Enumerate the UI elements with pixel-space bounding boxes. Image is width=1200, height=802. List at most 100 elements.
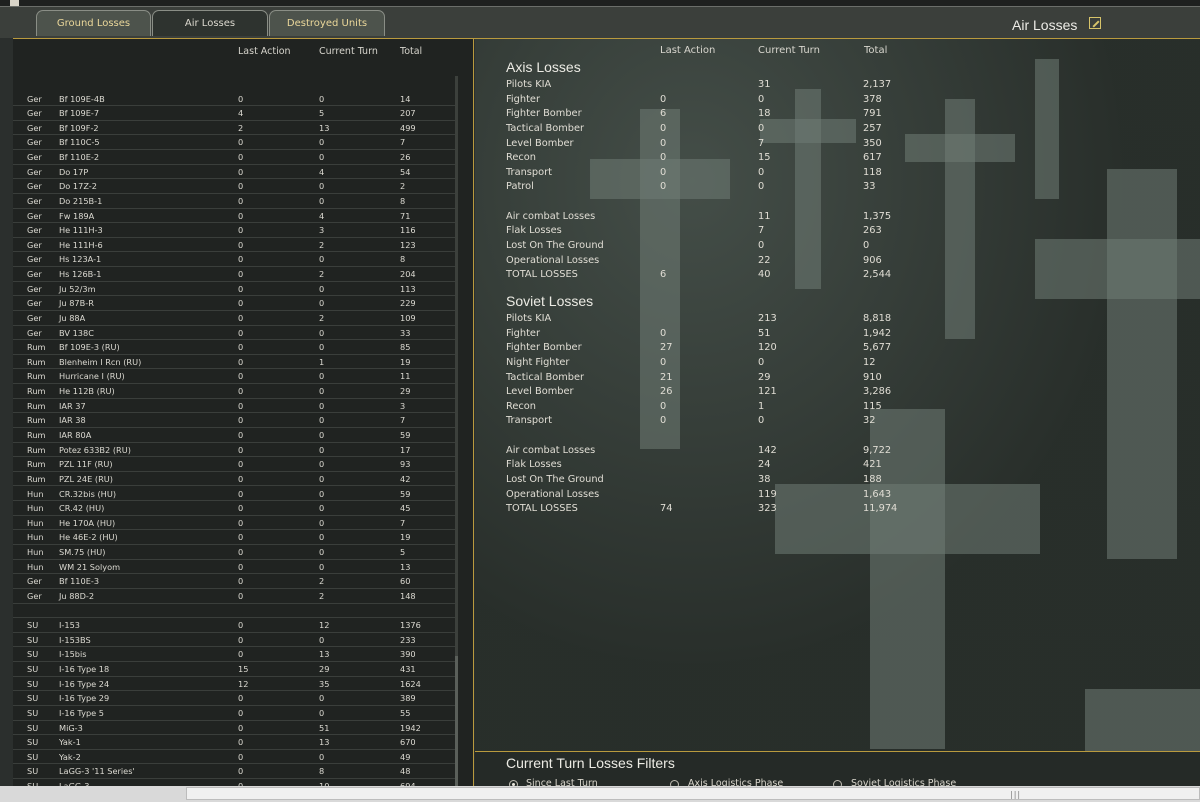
table-row[interactable]: Ger Ju 87B-R 0 0 229 bbox=[13, 296, 455, 311]
table-row[interactable]: Rum He 112B (RU) 0 0 29 bbox=[13, 384, 455, 399]
summary-row: Transport 0 0 118 bbox=[506, 167, 1146, 181]
table-row[interactable]: Ger Do 17Z-2 0 0 2 bbox=[13, 179, 455, 194]
row-current-turn: 0 bbox=[319, 751, 325, 762]
row-aircraft: He 170A (HU) bbox=[59, 517, 116, 528]
tab-ground-losses[interactable]: Ground Losses bbox=[36, 10, 151, 36]
table-row[interactable]: SU Yak-2 0 0 49 bbox=[13, 750, 455, 765]
summary-row bbox=[506, 196, 1146, 210]
table-row[interactable]: Ger Fw 189A 0 4 71 bbox=[13, 209, 455, 224]
table-row[interactable]: Ger Hs 123A-1 0 0 8 bbox=[13, 252, 455, 268]
table-row[interactable]: SU I-153 0 12 1376 bbox=[13, 618, 455, 633]
summary-current-turn: 11 bbox=[758, 210, 771, 222]
row-current-turn: 35 bbox=[319, 678, 330, 689]
row-nation: SU bbox=[27, 678, 39, 689]
horizontal-scrollbar-thumb[interactable] bbox=[186, 787, 1200, 800]
summary-total: 378 bbox=[863, 93, 882, 105]
row-total: 148 bbox=[400, 590, 416, 601]
summary-last-action: 6 bbox=[660, 269, 667, 281]
table-row[interactable]: Ger Ju 88D-2 0 2 148 bbox=[13, 589, 455, 604]
row-aircraft: Ju 88A bbox=[59, 312, 86, 323]
summary-current-turn: 7 bbox=[758, 137, 765, 149]
row-last-action: 0 bbox=[238, 547, 244, 558]
summary-last-action: 6 bbox=[660, 108, 667, 120]
summary-row: TOTAL LOSSES 6 40 2,544 bbox=[506, 269, 1146, 283]
column-header-current-turn[interactable]: Current Turn bbox=[319, 46, 378, 57]
table-row[interactable]: Hun CR.42 (HU) 0 0 45 bbox=[13, 501, 455, 516]
row-aircraft: Yak-1 bbox=[59, 737, 81, 748]
row-current-turn: 29 bbox=[319, 664, 330, 675]
row-current-turn: 0 bbox=[319, 517, 325, 528]
row-total: 390 bbox=[400, 649, 416, 660]
table-row[interactable]: Rum Hurricane I (RU) 0 0 11 bbox=[13, 369, 455, 385]
row-aircraft: Bf 110E-3 bbox=[59, 576, 100, 587]
table-row[interactable]: Rum Blenheim I Rcn (RU) 0 1 19 bbox=[13, 355, 455, 370]
table-row[interactable]: Ger Bf 110C-5 0 0 7 bbox=[13, 135, 455, 150]
table-row[interactable]: Ger He 111H-3 0 3 116 bbox=[13, 223, 455, 238]
table-row[interactable]: Rum Bf 109E-3 (RU) 0 0 85 bbox=[13, 340, 455, 355]
tab-destroyed-units[interactable]: Destroyed Units bbox=[269, 10, 385, 36]
left-scrollbar-thumb[interactable] bbox=[455, 656, 458, 786]
table-row[interactable] bbox=[13, 604, 455, 619]
summary-total: 33 bbox=[863, 181, 876, 193]
row-last-action: 0 bbox=[238, 93, 244, 104]
table-row[interactable]: Hun He 170A (HU) 0 0 7 bbox=[13, 516, 455, 531]
left-scrollbar[interactable] bbox=[455, 76, 458, 786]
summary-total: 791 bbox=[863, 108, 882, 120]
table-row[interactable]: Rum IAR 37 0 0 3 bbox=[13, 399, 455, 414]
summary-current-turn: 22 bbox=[758, 254, 771, 266]
table-row[interactable]: SU Yak-1 0 13 670 bbox=[13, 735, 455, 750]
table-row[interactable]: SU I-16 Type 24 12 35 1624 bbox=[13, 677, 455, 692]
table-row[interactable]: Rum PZL 24E (RU) 0 0 42 bbox=[13, 472, 455, 487]
filters-title: Current Turn Losses Filters bbox=[506, 755, 675, 771]
table-row[interactable]: Ger Do 17P 0 4 54 bbox=[13, 165, 455, 180]
table-row[interactable]: SU I-16 Type 29 0 0 389 bbox=[13, 691, 455, 706]
table-row[interactable]: Ger Bf 109E-7 4 5 207 bbox=[13, 106, 455, 121]
row-last-action: 0 bbox=[238, 473, 244, 484]
table-row[interactable]: SU MiG-3 0 51 1942 bbox=[13, 721, 455, 736]
summary-label: Level Bomber bbox=[506, 386, 574, 398]
table-row[interactable]: SU I-16 Type 5 0 0 55 bbox=[13, 706, 455, 721]
summary-label: Fighter bbox=[506, 327, 540, 339]
table-row[interactable]: Ger Bf 110E-2 0 0 26 bbox=[13, 150, 455, 165]
table-row[interactable]: Hun CR.32bis (HU) 0 0 59 bbox=[13, 487, 455, 502]
horizontal-scrollbar[interactable]: ||| bbox=[0, 786, 1200, 802]
column-header-last-action[interactable]: Last Action bbox=[238, 46, 291, 57]
summary-total: 0 bbox=[863, 239, 870, 251]
row-aircraft: CR.42 (HU) bbox=[59, 503, 105, 514]
table-row[interactable]: Rum IAR 38 0 0 7 bbox=[13, 413, 455, 428]
table-row[interactable]: Hun WM 21 Solyom 0 0 13 bbox=[13, 560, 455, 575]
table-row[interactable]: Ger He 111H-6 0 2 123 bbox=[13, 238, 455, 253]
table-row[interactable]: Rum IAR 80A 0 0 59 bbox=[13, 428, 455, 443]
table-row[interactable]: Ger Do 215B-1 0 0 8 bbox=[13, 194, 455, 209]
row-last-action: 0 bbox=[238, 181, 244, 192]
row-total: 670 bbox=[400, 737, 416, 748]
row-aircraft: IAR 38 bbox=[59, 415, 86, 426]
table-row[interactable]: Hun SM.75 (HU) 0 0 5 bbox=[13, 545, 455, 560]
table-row[interactable]: Ger Ju 88A 0 2 109 bbox=[13, 311, 455, 326]
table-row[interactable]: SU LaGG-3 '11 Series' 0 8 48 bbox=[13, 764, 455, 780]
column-header-total[interactable]: Total bbox=[400, 46, 422, 57]
row-aircraft: Hurricane I (RU) bbox=[59, 371, 125, 382]
tab-air-losses[interactable]: Air Losses bbox=[152, 10, 268, 36]
summary-total: 906 bbox=[863, 254, 882, 266]
table-row[interactable]: SU I-15bis 0 13 390 bbox=[13, 647, 455, 663]
edit-icon[interactable] bbox=[1089, 17, 1101, 29]
table-row[interactable]: Ger Bf 109E-4B 0 0 14 bbox=[13, 92, 455, 107]
table-row[interactable]: Ger BV 138C 0 0 33 bbox=[13, 326, 455, 341]
summary-total: 115 bbox=[863, 400, 882, 412]
table-row[interactable]: Ger Bf 110E-3 0 2 60 bbox=[13, 574, 455, 589]
table-row[interactable]: Ger Ju 52/3m 0 0 113 bbox=[13, 282, 455, 297]
row-aircraft: I-16 Type 24 bbox=[59, 678, 110, 689]
table-row[interactable]: Ger Hs 126B-1 0 2 204 bbox=[13, 267, 455, 282]
table-row[interactable]: Ger Bf 109F-2 2 13 499 bbox=[13, 121, 455, 136]
summary-total: 188 bbox=[863, 473, 882, 485]
table-row[interactable]: SU I-153BS 0 0 233 bbox=[13, 633, 455, 648]
table-row[interactable]: Rum PZL 11F (RU) 0 0 93 bbox=[13, 457, 455, 472]
row-aircraft: I-15bis bbox=[59, 649, 87, 660]
table-row[interactable]: SU I-16 Type 18 15 29 431 bbox=[13, 662, 455, 677]
row-aircraft: BV 138C bbox=[59, 327, 94, 338]
table-row[interactable]: Rum Potez 633B2 (RU) 0 0 17 bbox=[13, 443, 455, 458]
summary-label: Patrol bbox=[506, 181, 534, 193]
summary-label: Pilots KIA bbox=[506, 79, 552, 90]
table-row[interactable]: Hun He 46E-2 (HU) 0 0 19 bbox=[13, 530, 455, 545]
